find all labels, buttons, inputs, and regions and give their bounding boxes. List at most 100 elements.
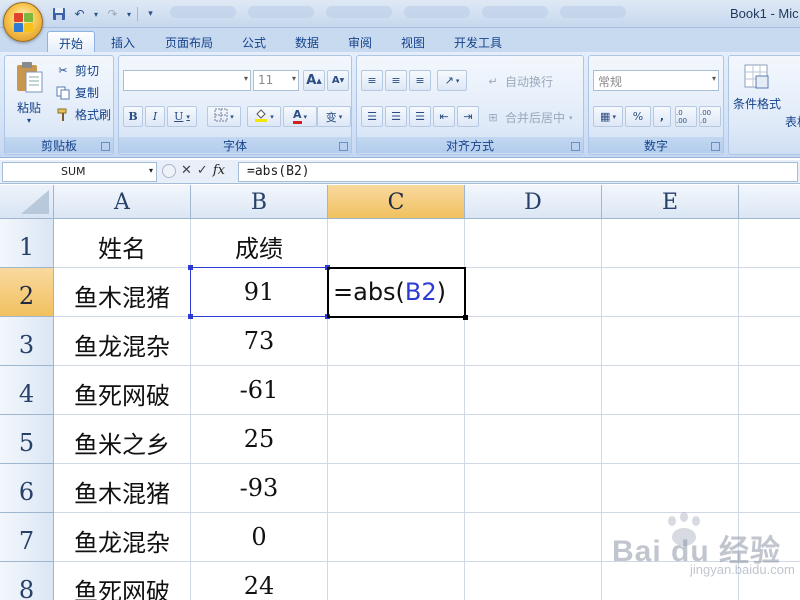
- cell-c2-editing[interactable]: =abs(B2): [328, 268, 465, 317]
- increase-decimal-button[interactable]: .0 .00: [675, 106, 697, 127]
- column-header-c[interactable]: C: [328, 185, 465, 219]
- increase-indent-button[interactable]: ⇥: [457, 106, 479, 127]
- formula-input[interactable]: =abs(B2): [238, 162, 798, 182]
- undo-icon[interactable]: ↶: [71, 6, 88, 23]
- row-header[interactable]: 7: [0, 513, 54, 562]
- cell[interactable]: [602, 366, 739, 415]
- format-as-table-label[interactable]: 表格: [785, 113, 800, 130]
- cell[interactable]: [602, 317, 739, 366]
- cell-a3[interactable]: 鱼龙混杂: [54, 317, 191, 366]
- cell[interactable]: [465, 562, 602, 600]
- name-box[interactable]: SUM ▾: [2, 162, 157, 182]
- align-right-button[interactable]: ☰: [409, 106, 431, 127]
- decrease-decimal-button[interactable]: .00 .0: [699, 106, 721, 127]
- save-icon[interactable]: [50, 6, 67, 23]
- office-button[interactable]: [3, 2, 43, 42]
- clipboard-launcher-icon[interactable]: [101, 142, 110, 151]
- cell[interactable]: [465, 464, 602, 513]
- row-header[interactable]: 5: [0, 415, 54, 464]
- cell-b6[interactable]: -93: [191, 464, 328, 513]
- comma-button[interactable]: ,: [653, 106, 671, 127]
- cell[interactable]: [602, 219, 739, 268]
- cell[interactable]: [602, 415, 739, 464]
- shrink-font-button[interactable]: A ▼: [327, 70, 349, 91]
- cell[interactable]: [465, 219, 602, 268]
- font-size-combo[interactable]: 11 ▾: [253, 70, 299, 91]
- cell-a4[interactable]: 鱼死网破: [54, 366, 191, 415]
- cut-button[interactable]: ✂ 剪切: [55, 62, 99, 79]
- borders-button[interactable]: ▾: [207, 106, 241, 127]
- cell[interactable]: [465, 317, 602, 366]
- align-middle-button[interactable]: ≡: [385, 70, 407, 91]
- row-header[interactable]: 8: [0, 562, 54, 600]
- font-launcher-icon[interactable]: [339, 142, 348, 151]
- align-bottom-button[interactable]: ≡: [409, 70, 431, 91]
- cell-c8[interactable]: [328, 562, 465, 600]
- dropdown-arrow-icon[interactable]: ▾: [125, 6, 133, 23]
- cell[interactable]: [739, 268, 800, 317]
- cell-b7[interactable]: 0: [191, 513, 328, 562]
- column-header-d[interactable]: D: [465, 185, 602, 219]
- alignment-launcher-icon[interactable]: [571, 142, 580, 151]
- cell-a5[interactable]: 鱼米之乡: [54, 415, 191, 464]
- cell[interactable]: [465, 415, 602, 464]
- cell-b1[interactable]: 成绩: [191, 219, 328, 268]
- cell-b4[interactable]: -61: [191, 366, 328, 415]
- customize-icon[interactable]: ▾: [142, 6, 159, 23]
- cell[interactable]: [465, 268, 602, 317]
- align-center-button[interactable]: ☰: [385, 106, 407, 127]
- decrease-indent-button[interactable]: ⇤: [433, 106, 455, 127]
- cell[interactable]: [739, 464, 800, 513]
- copy-button[interactable]: 复制: [55, 84, 99, 101]
- redo-icon[interactable]: ↷: [104, 6, 121, 23]
- cell-c3[interactable]: [328, 317, 465, 366]
- cell-a6[interactable]: 鱼木混猪: [54, 464, 191, 513]
- cell-c5[interactable]: [328, 415, 465, 464]
- tab-home[interactable]: 开始: [47, 31, 95, 52]
- tab-data[interactable]: 数据: [285, 31, 329, 52]
- underline-button[interactable]: U ▾: [167, 106, 197, 127]
- paste-button[interactable]: 粘贴 ▾: [9, 60, 49, 125]
- enter-icon[interactable]: ✓: [197, 163, 208, 178]
- row-header[interactable]: 6: [0, 464, 54, 513]
- tab-view[interactable]: 视图: [391, 31, 435, 52]
- column-header-f[interactable]: [739, 185, 800, 219]
- bold-button[interactable]: B: [123, 106, 143, 127]
- column-header-b[interactable]: B: [191, 185, 328, 219]
- font-name-combo[interactable]: ▾: [123, 70, 251, 91]
- cell[interactable]: [739, 317, 800, 366]
- row-header[interactable]: 1: [0, 219, 54, 268]
- wrap-text-button[interactable]: ↵ 自动换行: [485, 73, 553, 90]
- align-top-button[interactable]: ≡: [361, 70, 383, 91]
- cell[interactable]: [739, 219, 800, 268]
- cell[interactable]: [465, 366, 602, 415]
- accounting-format-button[interactable]: ▦ ▾: [593, 106, 623, 127]
- cell-a1[interactable]: 姓名: [54, 219, 191, 268]
- row-header[interactable]: 4: [0, 366, 54, 415]
- cell-b5[interactable]: 25: [191, 415, 328, 464]
- cell-a2[interactable]: 鱼木混猪: [54, 268, 191, 317]
- tab-review[interactable]: 审阅: [338, 31, 382, 52]
- cell-c6[interactable]: [328, 464, 465, 513]
- cell-c1[interactable]: [328, 219, 465, 268]
- align-left-button[interactable]: ☰: [361, 106, 383, 127]
- tab-formulas[interactable]: 公式: [232, 31, 276, 52]
- conditional-format-button[interactable]: 条件格式: [729, 62, 785, 112]
- cancel-icon[interactable]: ✕: [181, 163, 192, 178]
- phonetic-button[interactable]: 变 ▾: [317, 106, 351, 127]
- insert-function-icon[interactable]: fx: [213, 163, 225, 178]
- tab-page-layout[interactable]: 页面布局: [155, 31, 223, 52]
- cell-c4[interactable]: [328, 366, 465, 415]
- paste-dropdown-icon[interactable]: ▾: [9, 116, 49, 125]
- grow-font-button[interactable]: A ▲: [303, 70, 325, 91]
- merge-center-button[interactable]: ⊞ 合并后居中 ▾: [485, 109, 572, 126]
- fill-color-button[interactable]: ▾: [247, 106, 281, 127]
- number-launcher-icon[interactable]: [711, 142, 720, 151]
- cell[interactable]: [739, 415, 800, 464]
- cell-b8[interactable]: 24: [191, 562, 328, 600]
- cell[interactable]: [465, 513, 602, 562]
- number-format-combo[interactable]: 常规 ▾: [593, 70, 719, 91]
- italic-button[interactable]: I: [145, 106, 165, 127]
- cell-b3[interactable]: 73: [191, 317, 328, 366]
- dropdown-arrow-icon[interactable]: ▾: [92, 6, 100, 23]
